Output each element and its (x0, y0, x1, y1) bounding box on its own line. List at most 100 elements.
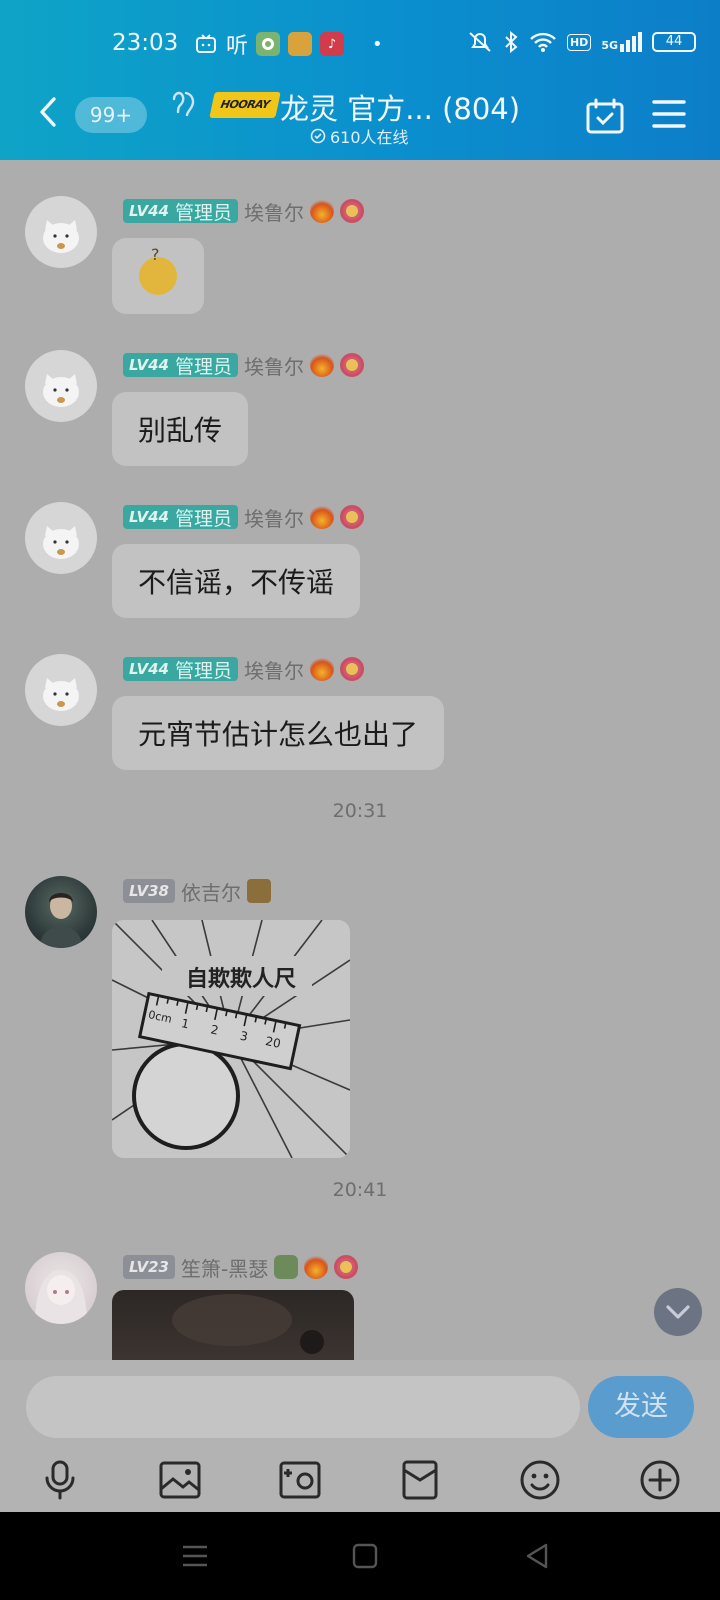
person-avatar-icon (39, 893, 83, 948)
sender-row: LV38 依吉尔 (123, 877, 271, 906)
dragon-badge-icon (274, 1255, 299, 1279)
mic-icon (45, 1460, 75, 1500)
camera-icon (279, 1461, 321, 1499)
sender-row: LV44 管理员 埃鲁尔 (123, 655, 364, 684)
menu-icon[interactable] (652, 98, 686, 130)
avatar[interactable] (25, 876, 97, 948)
online-count: 610人在线 (330, 128, 409, 147)
cat-avatar-icon (43, 220, 79, 253)
image-message[interactable] (112, 1290, 354, 1360)
sender-name[interactable]: 依吉尔 (181, 877, 241, 906)
plus-icon (640, 1460, 680, 1500)
fire-badge-icon (310, 505, 334, 529)
level-badge: LV44 管理员 (123, 199, 238, 224)
anime-avatar-icon (35, 1270, 87, 1324)
check-circle-icon (310, 128, 326, 144)
bluetooth-icon (505, 30, 518, 54)
role-text: 管理员 (174, 507, 232, 530)
cat-avatar-icon (43, 678, 79, 711)
sender-row: LV23 笙箫-黑瑟 (123, 1253, 359, 1282)
time-separator: 20:31 (332, 800, 388, 822)
calendar-check-icon[interactable] (586, 98, 624, 134)
chevron-down-icon (666, 1305, 690, 1319)
shield-badge-icon (246, 879, 271, 903)
input-toolbar (0, 1452, 720, 1506)
level-badge: LV23 (123, 1255, 175, 1279)
camera-button[interactable] (278, 1458, 322, 1502)
game-app-icon (288, 32, 313, 56)
sender-name[interactable]: 埃鲁尔 (244, 197, 304, 226)
smile-badge-icon (334, 1255, 359, 1279)
voice-button[interactable] (38, 1458, 82, 1502)
level-badge: LV44 管理员 (123, 505, 238, 530)
message-bubble[interactable]: 元宵节估计怎么也出了 (112, 696, 445, 770)
avatar[interactable] (25, 1252, 97, 1324)
image-message[interactable]: 自欺欺人尺 0cm 1 2 3 20 (112, 920, 350, 1158)
dark-photo-image (172, 1294, 324, 1354)
red-packet-icon (402, 1460, 438, 1500)
green-app-icon (256, 32, 281, 56)
chat-header: 23:03 听 ♪ • HD 5G 44 99+ HOORAY 龙灵 官方...… (0, 0, 720, 160)
more-button[interactable] (638, 1458, 682, 1502)
send-button[interactable]: 发送 (588, 1376, 694, 1438)
confused-face-sticker-icon (139, 245, 177, 295)
role-text: 管理员 (174, 659, 232, 682)
sender-name[interactable]: 埃鲁尔 (244, 351, 304, 380)
ear-icon[interactable] (172, 90, 196, 120)
avatar[interactable] (25, 502, 97, 574)
message-bubble[interactable]: 别乱传 (112, 392, 249, 466)
fire-badge-icon (310, 657, 334, 681)
group-title[interactable]: 龙灵 官方... (804) (280, 86, 520, 128)
fire-badge-icon (310, 199, 334, 223)
ting-icon: 听 (226, 34, 249, 59)
role-text: 管理员 (174, 355, 232, 378)
nav-bar: 99+ HOORAY 龙灵 官方... (804) 610人在线 (0, 82, 720, 147)
home-icon[interactable] (350, 1542, 380, 1570)
message-bubble[interactable]: 不信谣，不传谣 (112, 544, 361, 618)
level-text: LV44 (129, 202, 169, 220)
level-badge: LV44 管理员 (123, 353, 238, 378)
sender-row: LV44 管理员 埃鲁尔 (123, 197, 364, 226)
status-bar: 23:03 听 ♪ • HD 5G 44 (0, 26, 720, 66)
level-badge: LV44 管理员 (123, 657, 238, 682)
back-triangle-icon[interactable] (522, 1542, 552, 1570)
smile-badge-icon (340, 505, 364, 529)
meme-caption: 自欺欺人尺 (186, 966, 296, 992)
battery-indicator: 44 (652, 32, 696, 52)
fire-badge-icon (310, 353, 334, 377)
level-text: LV44 (129, 660, 169, 678)
recent-apps-icon[interactable] (180, 1542, 210, 1570)
emoji-icon (520, 1460, 560, 1500)
online-status[interactable]: 610人在线 (310, 124, 409, 148)
group-logo: HOORAY (209, 92, 281, 118)
douyin-icon: ♪ (320, 32, 345, 56)
photo-icon (159, 1461, 201, 1499)
sender-row: LV44 管理员 埃鲁尔 (123, 503, 364, 532)
sender-name[interactable]: 埃鲁尔 (244, 503, 304, 532)
sender-row: LV44 管理员 埃鲁尔 (123, 351, 364, 380)
sender-name[interactable]: 笙箫-黑瑟 (181, 1253, 268, 1282)
scroll-to-bottom-button[interactable] (654, 1288, 702, 1336)
smile-badge-icon (340, 353, 364, 377)
message-input[interactable] (26, 1376, 580, 1438)
wifi-icon (530, 32, 556, 52)
level-text: LV44 (129, 508, 169, 526)
smile-badge-icon (340, 199, 364, 223)
system-nav-bar (0, 1512, 720, 1600)
photo-button[interactable] (158, 1458, 202, 1502)
cat-avatar-icon (43, 374, 79, 407)
status-time: 23:03 (112, 30, 179, 56)
avatar[interactable] (25, 654, 97, 726)
red-packet-button[interactable] (398, 1458, 442, 1502)
emoji-button[interactable] (518, 1458, 562, 1502)
avatar[interactable] (25, 196, 97, 268)
back-arrow-icon[interactable] (32, 94, 68, 130)
hd-badge: HD (566, 33, 592, 51)
sender-name[interactable]: 埃鲁尔 (244, 655, 304, 684)
message-list[interactable]: LV44 管理员 埃鲁尔 LV44 管理员 埃鲁尔 别乱传 LV44 管理员 埃鲁尔 (0, 160, 720, 1360)
input-area: 发送 (0, 1360, 720, 1512)
sticker-bubble[interactable] (112, 238, 204, 314)
bilibili-icon (196, 34, 216, 53)
unread-count-badge[interactable]: 99+ (75, 97, 147, 133)
avatar[interactable] (25, 350, 97, 422)
